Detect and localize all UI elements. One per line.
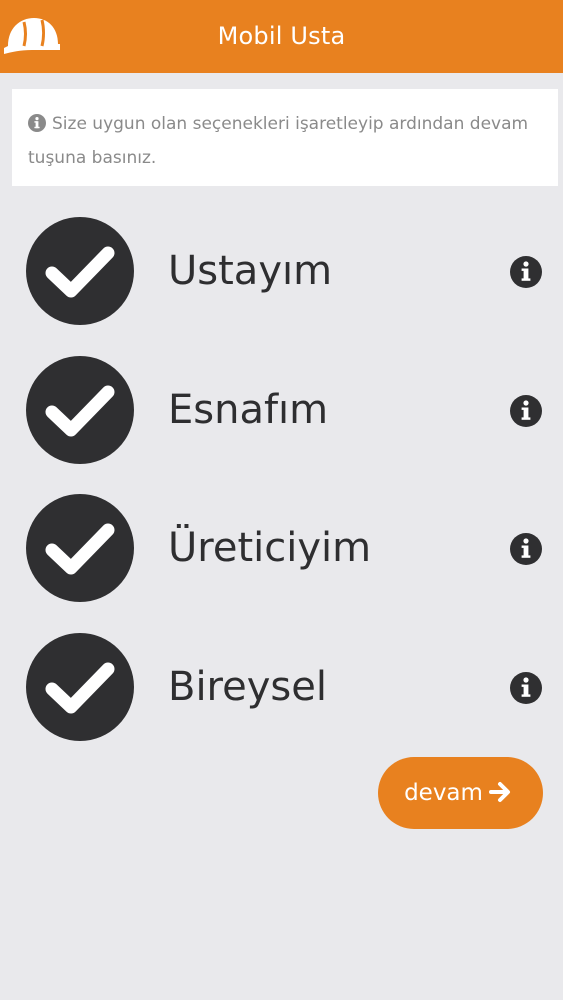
check-circle-icon[interactable] (26, 356, 134, 464)
arrow-right-icon (488, 782, 510, 802)
continue-label: devam (404, 780, 483, 806)
app-header: Mobil Usta (0, 0, 563, 73)
instruction-text: Size uygun olan seçenekleri işaretleyip … (28, 114, 529, 168)
option-label: Üreticiyim (168, 525, 372, 571)
continue-button[interactable]: devam (378, 757, 543, 829)
instruction-notice: Size uygun olan seçenekleri işaretleyip … (12, 89, 558, 186)
option-row[interactable]: Bireysel (0, 633, 563, 743)
check-circle-icon[interactable] (26, 494, 134, 602)
check-circle-icon[interactable] (26, 217, 134, 325)
page-title: Mobil Usta (217, 22, 346, 50)
check-circle-icon[interactable] (26, 633, 134, 741)
option-row[interactable]: Üreticiyim (0, 494, 563, 604)
option-label: Bireysel (168, 664, 327, 710)
info-icon[interactable] (509, 671, 543, 705)
option-row[interactable]: Ustayım (0, 217, 563, 327)
info-icon[interactable] (509, 532, 543, 566)
option-row[interactable]: Esnafım (0, 356, 563, 466)
info-icon[interactable] (509, 394, 543, 428)
option-label: Ustayım (168, 248, 333, 294)
option-label: Esnafım (168, 387, 329, 433)
info-icon[interactable] (509, 255, 543, 289)
info-circle-icon (28, 114, 46, 132)
